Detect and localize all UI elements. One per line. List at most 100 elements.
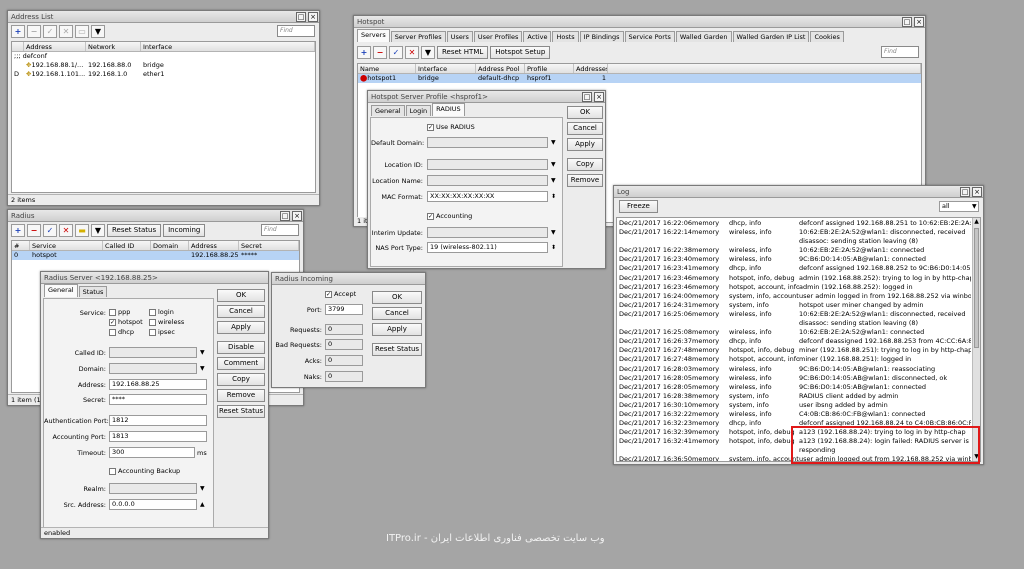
timeout-field[interactable]: 300: [109, 447, 195, 458]
checkbox-ipsec[interactable]: [149, 328, 156, 336]
filter-icon[interactable]: ▼: [421, 46, 435, 59]
log-scrollbar[interactable]: ▲ ▼: [972, 218, 980, 461]
reset-status-button[interactable]: Reset Status: [217, 405, 265, 418]
tab-radius[interactable]: RADIUS: [432, 103, 465, 116]
col-addresses[interactable]: Addresses: [574, 64, 608, 73]
apply-button[interactable]: Apply: [372, 323, 422, 336]
table-row[interactable]: 0 hotspot 192.168.88.25 *****: [12, 251, 299, 260]
remove-icon[interactable]: −: [27, 25, 41, 38]
log-row[interactable]: Dec/21/2017 16:23:46 memory hotspot, accou…: [617, 283, 971, 292]
remove-button[interactable]: Remove: [567, 174, 603, 187]
col-interface[interactable]: Interface: [141, 42, 315, 51]
service-hotspot[interactable]: ✓ hotspot: [109, 318, 143, 326]
tab-hosts[interactable]: Hosts: [552, 31, 579, 42]
reset-status-button[interactable]: Reset Status: [372, 343, 422, 356]
log-row[interactable]: Dec/21/2017 16:22:14 memory wireless, info…: [617, 228, 971, 237]
service-wireless[interactable]: wireless: [149, 318, 184, 326]
checkbox-use-radius[interactable]: ✓: [427, 123, 434, 131]
location-name-field[interactable]: [427, 175, 548, 186]
log-row[interactable]: Dec/21/2017 16:22:38 memory wireless, info…: [617, 246, 971, 255]
address-field[interactable]: 192.168.88.25: [109, 379, 207, 390]
ok-button[interactable]: OK: [372, 291, 422, 304]
find-input[interactable]: Find: [277, 25, 315, 37]
tab-servers[interactable]: Servers: [357, 29, 390, 42]
comment-icon[interactable]: ▬: [75, 224, 89, 237]
checkbox-accounting[interactable]: ✓: [427, 212, 434, 220]
scroll-thumb[interactable]: [974, 228, 979, 348]
address-list-titlebar[interactable]: Address List □ ×: [8, 11, 319, 23]
enable-icon[interactable]: ✓: [389, 46, 403, 59]
disable-icon[interactable]: ✕: [405, 46, 419, 59]
checkbox-login[interactable]: [149, 308, 156, 316]
log-titlebar[interactable]: Log □ ×: [614, 186, 983, 198]
dropdown-arrow-icon[interactable]: ▼: [200, 347, 205, 358]
freeze-button[interactable]: Freeze: [619, 200, 658, 213]
scroll-up-icon[interactable]: ▲: [973, 218, 980, 226]
log-row[interactable]: Dec/21/2017 16:28:05 memory wireless, info…: [617, 383, 971, 392]
find-input[interactable]: Find: [261, 224, 299, 236]
dropdown-arrow-icon[interactable]: ▼: [551, 175, 556, 186]
table-row[interactable]: ✥192.168.88.1/... 192.168.88.0 bridge: [12, 61, 315, 70]
enable-icon[interactable]: ✓: [43, 25, 57, 38]
disable-icon[interactable]: ✕: [59, 25, 73, 38]
disable-button[interactable]: Disable: [217, 341, 265, 354]
dropdown-arrow-icon[interactable]: ▼: [551, 159, 556, 170]
service-login[interactable]: login: [149, 308, 174, 316]
src-address-field[interactable]: 0.0.0.0: [109, 499, 197, 510]
col-service[interactable]: Service: [30, 241, 103, 250]
mac-format-field[interactable]: XX:XX:XX:XX:XX:XX: [427, 191, 548, 202]
radius-titlebar[interactable]: Radius □ ×: [8, 210, 303, 222]
default-domain-field[interactable]: [427, 137, 548, 148]
log-row[interactable]: Dec/21/2017 16:23:41 memory dhcp, info defc…: [617, 264, 971, 273]
reset-html-button[interactable]: Reset HTML: [437, 46, 489, 59]
port-field[interactable]: 3799: [325, 304, 363, 315]
remove-icon[interactable]: −: [27, 224, 41, 237]
hotspot-titlebar[interactable]: Hotspot □ ×: [354, 16, 925, 28]
col-called-id[interactable]: Called ID: [103, 241, 151, 250]
secret-field[interactable]: ****: [109, 394, 207, 405]
tab-cookies[interactable]: Cookies: [810, 31, 844, 42]
interim-update-field[interactable]: [427, 227, 548, 238]
accept-toggle[interactable]: ✓ Accept: [325, 290, 356, 298]
close-icon[interactable]: ×: [972, 187, 982, 197]
tab-ip-bindings[interactable]: IP Bindings: [579, 31, 624, 42]
dropdown-arrow-icon[interactable]: ▼: [200, 363, 205, 374]
log-row[interactable]: Dec/21/2017 16:28:03 memory wireless, info…: [617, 365, 971, 374]
col-profile[interactable]: Profile: [525, 64, 574, 73]
remove-button[interactable]: Remove: [217, 389, 265, 402]
close-icon[interactable]: ×: [292, 211, 302, 221]
restore-icon[interactable]: □: [582, 92, 592, 102]
remove-icon[interactable]: −: [373, 46, 387, 59]
log-row[interactable]: Dec/21/2017 16:24:00 memory system, info, …: [617, 292, 971, 301]
log-row[interactable]: Dec/21/2017 16:28:38 memory system, info RA…: [617, 392, 971, 401]
find-input[interactable]: Find: [881, 46, 919, 58]
dropdown-arrow-icon[interactable]: ▼: [551, 227, 556, 238]
nas-port-type-field[interactable]: 19 (wireless-802.11): [427, 242, 548, 253]
restore-icon[interactable]: □: [960, 187, 970, 197]
add-icon[interactable]: +: [11, 224, 25, 237]
auth-port-field[interactable]: 1812: [109, 415, 207, 426]
checkbox-dhcp[interactable]: [109, 328, 116, 336]
col-address[interactable]: Address: [189, 241, 239, 250]
col-secret[interactable]: Secret: [239, 241, 299, 250]
add-icon[interactable]: +: [357, 46, 371, 59]
service-ppp[interactable]: ppp: [109, 308, 130, 316]
table-row[interactable]: ⬤hotspot1 bridge default-dhcp hsprof1 1: [358, 74, 921, 83]
cancel-button[interactable]: Cancel: [372, 307, 422, 320]
log-row[interactable]: disassoc: sending station leaving (8): [617, 237, 971, 246]
restore-icon[interactable]: □: [280, 211, 290, 221]
close-icon[interactable]: ×: [308, 12, 318, 22]
dropdown-arrow-icon[interactable]: ▼: [551, 137, 556, 148]
dropdown-arrow-icon[interactable]: ▼: [200, 483, 205, 494]
restore-icon[interactable]: □: [902, 17, 912, 27]
log-row[interactable]: Dec/21/2017 16:22:06 memory dhcp, info defc…: [617, 219, 971, 228]
up-arrow-icon[interactable]: ▲: [200, 499, 205, 510]
checkbox-wireless[interactable]: [149, 318, 156, 326]
ok-button[interactable]: OK: [217, 289, 265, 302]
tab-service-ports[interactable]: Service Ports: [624, 31, 675, 42]
called-id-field[interactable]: [109, 347, 197, 358]
select-arrow-icon[interactable]: ⬍: [551, 242, 556, 253]
restore-icon[interactable]: □: [296, 12, 306, 22]
incoming-button[interactable]: Incoming: [163, 224, 206, 237]
log-row[interactable]: Dec/21/2017 16:27:48 memory hotspot, accou…: [617, 355, 971, 364]
